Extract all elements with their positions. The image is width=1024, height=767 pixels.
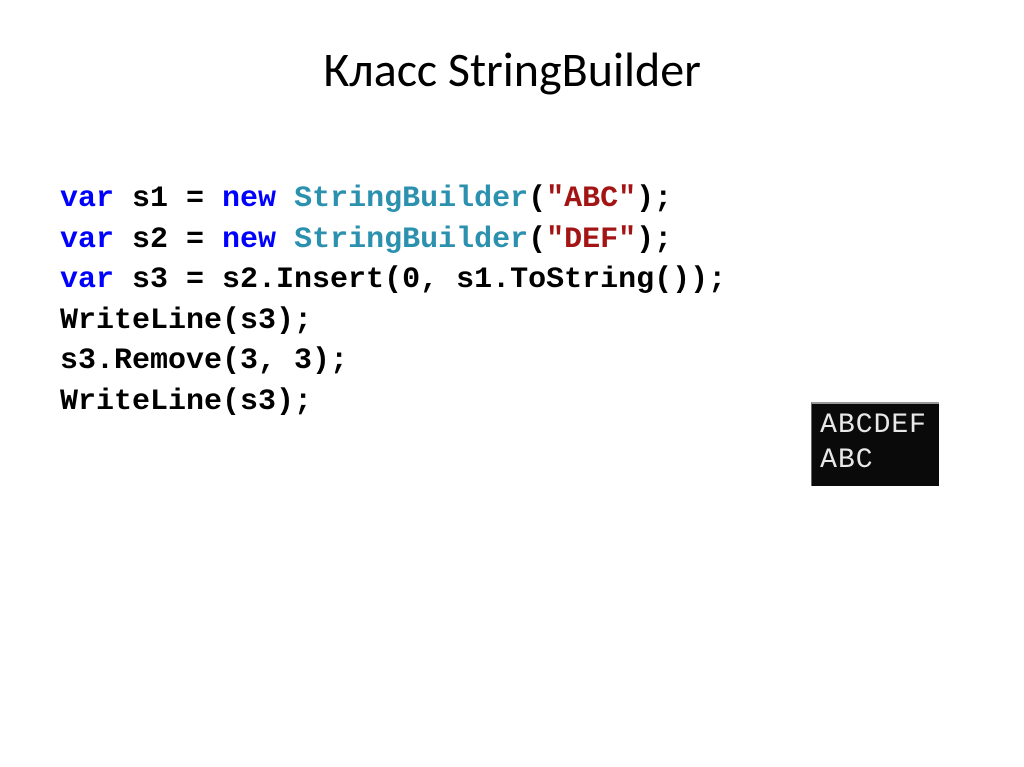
code-line-5: s3.Remove(3, 3); (60, 341, 964, 382)
keyword-new: new (222, 223, 276, 257)
string-literal: "ABC" (546, 182, 636, 216)
code-text: s1 = (114, 182, 222, 216)
string-literal: "DEF" (546, 223, 636, 257)
code-text (276, 182, 294, 216)
code-line-4: WriteLine(s3); (60, 301, 964, 342)
code-text: ( (528, 223, 546, 257)
slide-title: Класс StringBuilder (60, 40, 964, 99)
keyword-new: new (222, 182, 276, 216)
code-line-3: var s3 = s2.Insert(0, s1.ToString()); (60, 260, 964, 301)
code-line-1: var s1 = new StringBuilder("ABC"); (60, 179, 964, 220)
output-line-1: ABCDEF (820, 408, 927, 443)
type-name: StringBuilder (294, 182, 528, 216)
keyword-var: var (60, 182, 114, 216)
code-text: ); (636, 223, 672, 257)
code-line-2: var s2 = new StringBuilder("DEF"); (60, 220, 964, 261)
code-text (276, 223, 294, 257)
keyword-var: var (60, 223, 114, 257)
code-text: s2 = (114, 223, 222, 257)
output-line-2: ABC (820, 443, 927, 478)
keyword-var: var (60, 263, 114, 297)
console-output: ABCDEF ABC (811, 402, 939, 486)
code-text: ( (528, 182, 546, 216)
code-text: s3 = s2.Insert(0, s1.ToString()); (114, 263, 726, 297)
slide-container: Класс StringBuilder var s1 = new StringB… (0, 0, 1024, 767)
type-name: StringBuilder (294, 223, 528, 257)
code-block: var s1 = new StringBuilder("ABC"); var s… (60, 179, 964, 422)
code-text: ); (636, 182, 672, 216)
